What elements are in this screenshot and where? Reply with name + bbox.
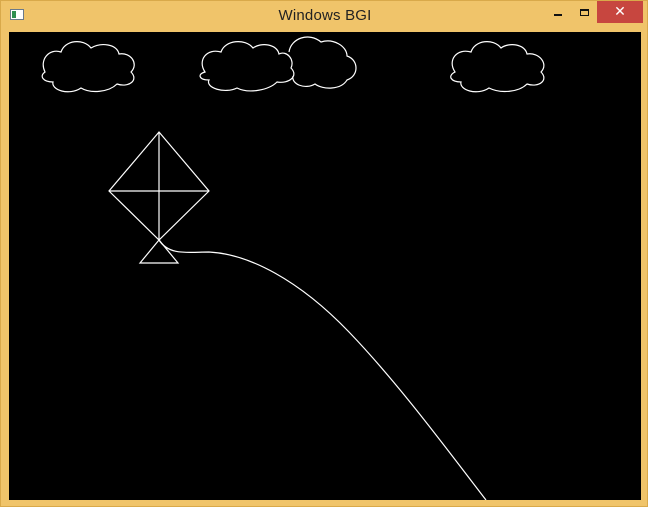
minimize-icon <box>554 14 562 16</box>
close-icon: ✕ <box>614 4 626 20</box>
close-button[interactable]: ✕ <box>597 1 643 23</box>
maximize-button[interactable] <box>569 1 599 23</box>
cloud-left <box>41 41 135 93</box>
kite-tail <box>138 239 180 264</box>
kite <box>108 131 210 264</box>
canvas-svg <box>41 36 545 500</box>
cloud-right <box>450 41 545 93</box>
kite-string <box>158 239 487 500</box>
drawing-canvas[interactable] <box>9 32 641 500</box>
app-window: Windows BGI ✕ <box>0 0 648 507</box>
maximize-icon <box>579 8 589 16</box>
title-bar[interactable]: Windows BGI ✕ <box>1 1 648 31</box>
cloud-middle <box>199 36 357 92</box>
